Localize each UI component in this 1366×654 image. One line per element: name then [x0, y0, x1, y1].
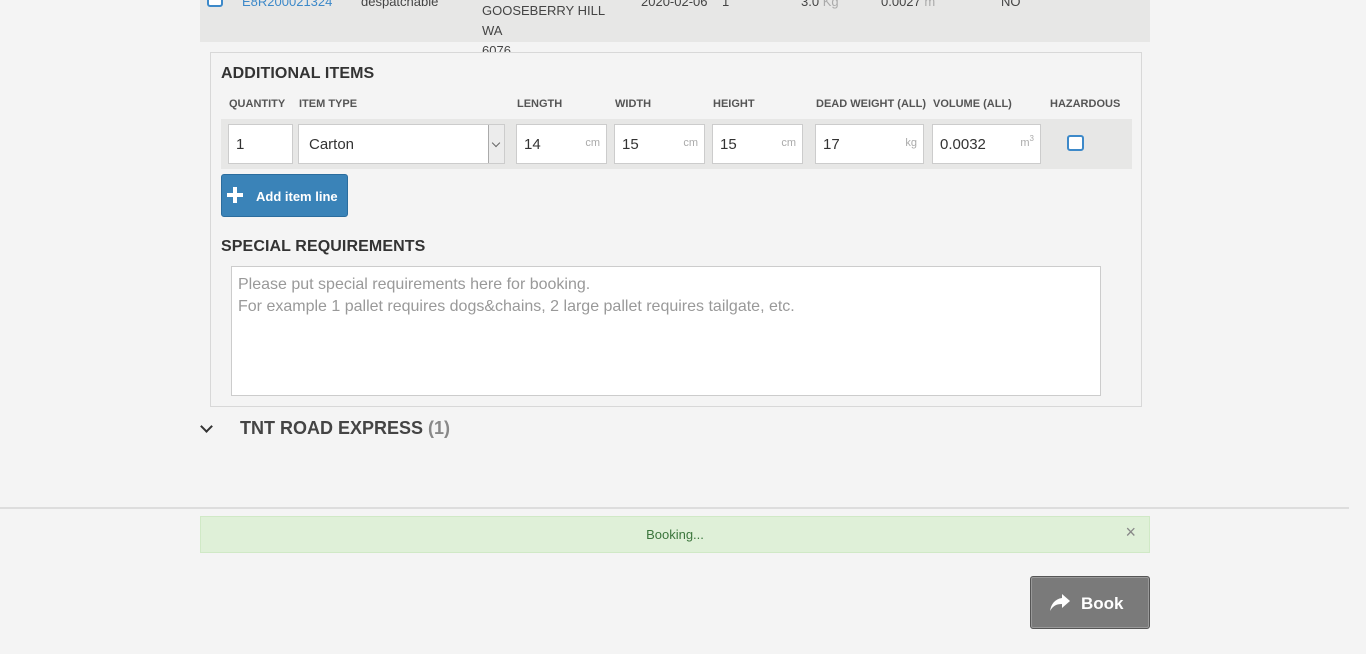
quantity-input[interactable]: 1: [228, 124, 293, 164]
shipment-row: E8R200021324 despatchable GOOSEBERRY HIL…: [200, 0, 1150, 58]
chevron-down-icon[interactable]: [488, 125, 504, 163]
header-quantity: QUANTITY: [229, 98, 286, 110]
volume-unit-base: m: [1020, 137, 1030, 149]
volume-input[interactable]: 0.0032 m3: [932, 124, 1041, 164]
volume-unit: m3: [1020, 134, 1034, 149]
additional-items-title: ADDITIONAL ITEMS: [221, 65, 375, 82]
special-requirements-title: SPECIAL REQUIREMENTS: [221, 238, 426, 255]
shipment-date: 2020-02-06: [641, 0, 708, 9]
volume-value: 0.0032: [940, 136, 986, 153]
header-dead-weight: DEAD WEIGHT (ALL): [816, 98, 926, 110]
dead-weight-unit: kg: [905, 137, 917, 149]
close-icon[interactable]: ×: [1125, 523, 1136, 541]
shipment-volume-value: 0.0027: [881, 0, 921, 9]
hazardous-checkbox[interactable]: [1067, 135, 1084, 151]
length-value: 14: [524, 136, 541, 153]
book-button-label: Book: [1081, 594, 1124, 613]
add-item-line-button[interactable]: Add item line: [221, 174, 348, 217]
header-volume: VOLUME (ALL): [933, 98, 1012, 110]
item-line-row: 1 Carton 14 cm 15 cm 15 cm 17 kg 0.0032 …: [221, 119, 1132, 169]
shipment-status: despatchable: [361, 0, 439, 9]
shipment-address-line1: GOOSEBERRY HILL WA: [482, 3, 605, 38]
carrier-name: TNT ROAD EXPRESS (1): [240, 418, 450, 439]
shipment-reference-link[interactable]: E8R200021324: [242, 0, 332, 9]
header-hazardous: HAZARDOUS: [1050, 98, 1121, 110]
height-value: 15: [720, 136, 737, 153]
book-button[interactable]: Book: [1030, 576, 1150, 629]
shipment-weight: 3.0 Kg: [801, 0, 839, 9]
header-item-type: ITEM TYPE: [299, 98, 358, 110]
booking-alert: Booking... ×: [200, 516, 1150, 553]
chevron-down-icon[interactable]: [200, 420, 213, 433]
height-unit: cm: [781, 137, 796, 149]
shipment-volume-unit: m: [924, 0, 936, 9]
add-item-line-label: Add item line: [256, 189, 338, 204]
carrier-name-label: TNT ROAD EXPRESS: [240, 418, 424, 438]
carrier-count: (1): [428, 418, 451, 438]
shipment-hazardous: NO: [1001, 0, 1021, 9]
width-value: 15: [622, 136, 639, 153]
header-height: HEIGHT: [713, 98, 755, 110]
additional-items-panel: ADDITIONAL ITEMS QUANTITY ITEM TYPE LENG…: [210, 52, 1142, 407]
dead-weight-input[interactable]: 17 kg: [815, 124, 924, 164]
length-unit: cm: [585, 137, 600, 149]
quantity-value: 1: [236, 136, 245, 153]
item-type-select[interactable]: Carton: [298, 124, 505, 164]
shipment-weight-value: 3.0: [801, 0, 820, 9]
width-input[interactable]: 15 cm: [614, 124, 705, 164]
length-input[interactable]: 14 cm: [516, 124, 607, 164]
volume-unit-exponent: 3: [1029, 134, 1034, 143]
item-type-value: Carton: [309, 136, 355, 153]
shipment-row-checkbox[interactable]: [207, 0, 223, 7]
header-width: WIDTH: [615, 98, 652, 110]
special-requirements-textarea[interactable]: [231, 266, 1101, 396]
shipment-quantity: 1: [722, 0, 730, 9]
width-unit: cm: [683, 137, 698, 149]
dead-weight-value: 17: [823, 136, 840, 153]
divider: [0, 507, 1349, 509]
share-arrow-icon: [1050, 594, 1070, 611]
height-input[interactable]: 15 cm: [712, 124, 803, 164]
booking-alert-message: Booking...: [646, 527, 704, 542]
shipment-weight-unit: Kg: [822, 0, 839, 9]
plus-icon: [226, 186, 244, 204]
header-length: LENGTH: [517, 98, 563, 110]
shipment-volume: 0.0027 m: [881, 0, 935, 9]
